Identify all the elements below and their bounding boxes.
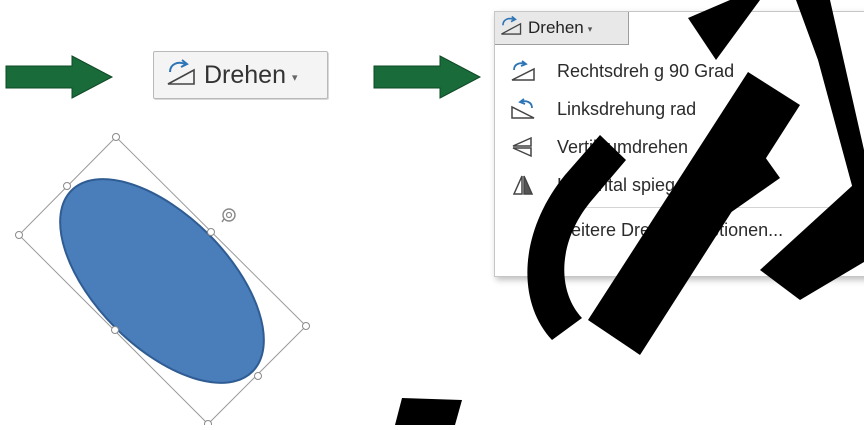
flip-vertical-icon	[509, 135, 537, 159]
resize-handle-top-left[interactable]	[63, 182, 71, 190]
menu-item-rotate-right[interactable]: Rechtsdreh g 90 Grad	[495, 52, 864, 90]
menu-drehen-label: Drehen	[528, 18, 584, 37]
menu-item-label: Linksdrehung rad	[557, 98, 697, 119]
rotate-left-icon	[509, 97, 537, 121]
resize-handle-left[interactable]	[15, 231, 23, 239]
menu-item-flip-vertical[interactable]: Vertik umdrehen	[495, 128, 864, 166]
resize-handle-bottom[interactable]	[204, 420, 212, 428]
drehen-button[interactable]: Drehen ▾	[153, 51, 328, 99]
resize-handle-top[interactable]	[112, 133, 120, 141]
flip-horizontal-icon	[509, 173, 537, 197]
menu-separator	[555, 207, 864, 208]
rotation-handle-icon[interactable]	[221, 208, 236, 223]
drehen-dropdown-menu: Drehen ▾ Rechtsdreh g 90 Grad Linksdrehu…	[494, 11, 864, 277]
menu-item-label: eitere Drehungsoptionen...	[571, 219, 784, 240]
rotated-ellipse-shape[interactable]	[0, 125, 340, 428]
green-arrow-2	[373, 55, 482, 99]
green-arrow-1	[5, 55, 114, 99]
chevron-down-icon: ▾	[587, 23, 593, 34]
menu-item-more-rotation-options[interactable]: eitere Drehungsoptionen...	[495, 211, 864, 249]
rotate-right-icon	[509, 59, 537, 83]
resize-handle-bottom-right[interactable]	[254, 372, 262, 380]
resize-handle-bottom-left[interactable]	[111, 326, 119, 334]
menu-item-label: Hi zontal spiegeln	[557, 174, 700, 195]
rotate-icon	[164, 58, 198, 93]
menu-item-flip-horizontal[interactable]: Hi zontal spiegeln	[495, 166, 864, 204]
drehen-button-label: Drehen	[204, 60, 286, 89]
resize-handle-top-right[interactable]	[207, 228, 215, 236]
resize-handle-right[interactable]	[302, 322, 310, 330]
rotate-icon	[498, 15, 524, 42]
menu-item-label: Rechtsdreh g 90 Grad	[557, 60, 735, 81]
menu-item-rotate-left[interactable]: Linksdrehung rad	[495, 90, 864, 128]
menu-item-label: Vertik umdrehen	[557, 136, 689, 157]
chevron-down-icon: ▾	[292, 71, 298, 84]
menu-drehen-button[interactable]: Drehen ▾	[495, 12, 629, 45]
